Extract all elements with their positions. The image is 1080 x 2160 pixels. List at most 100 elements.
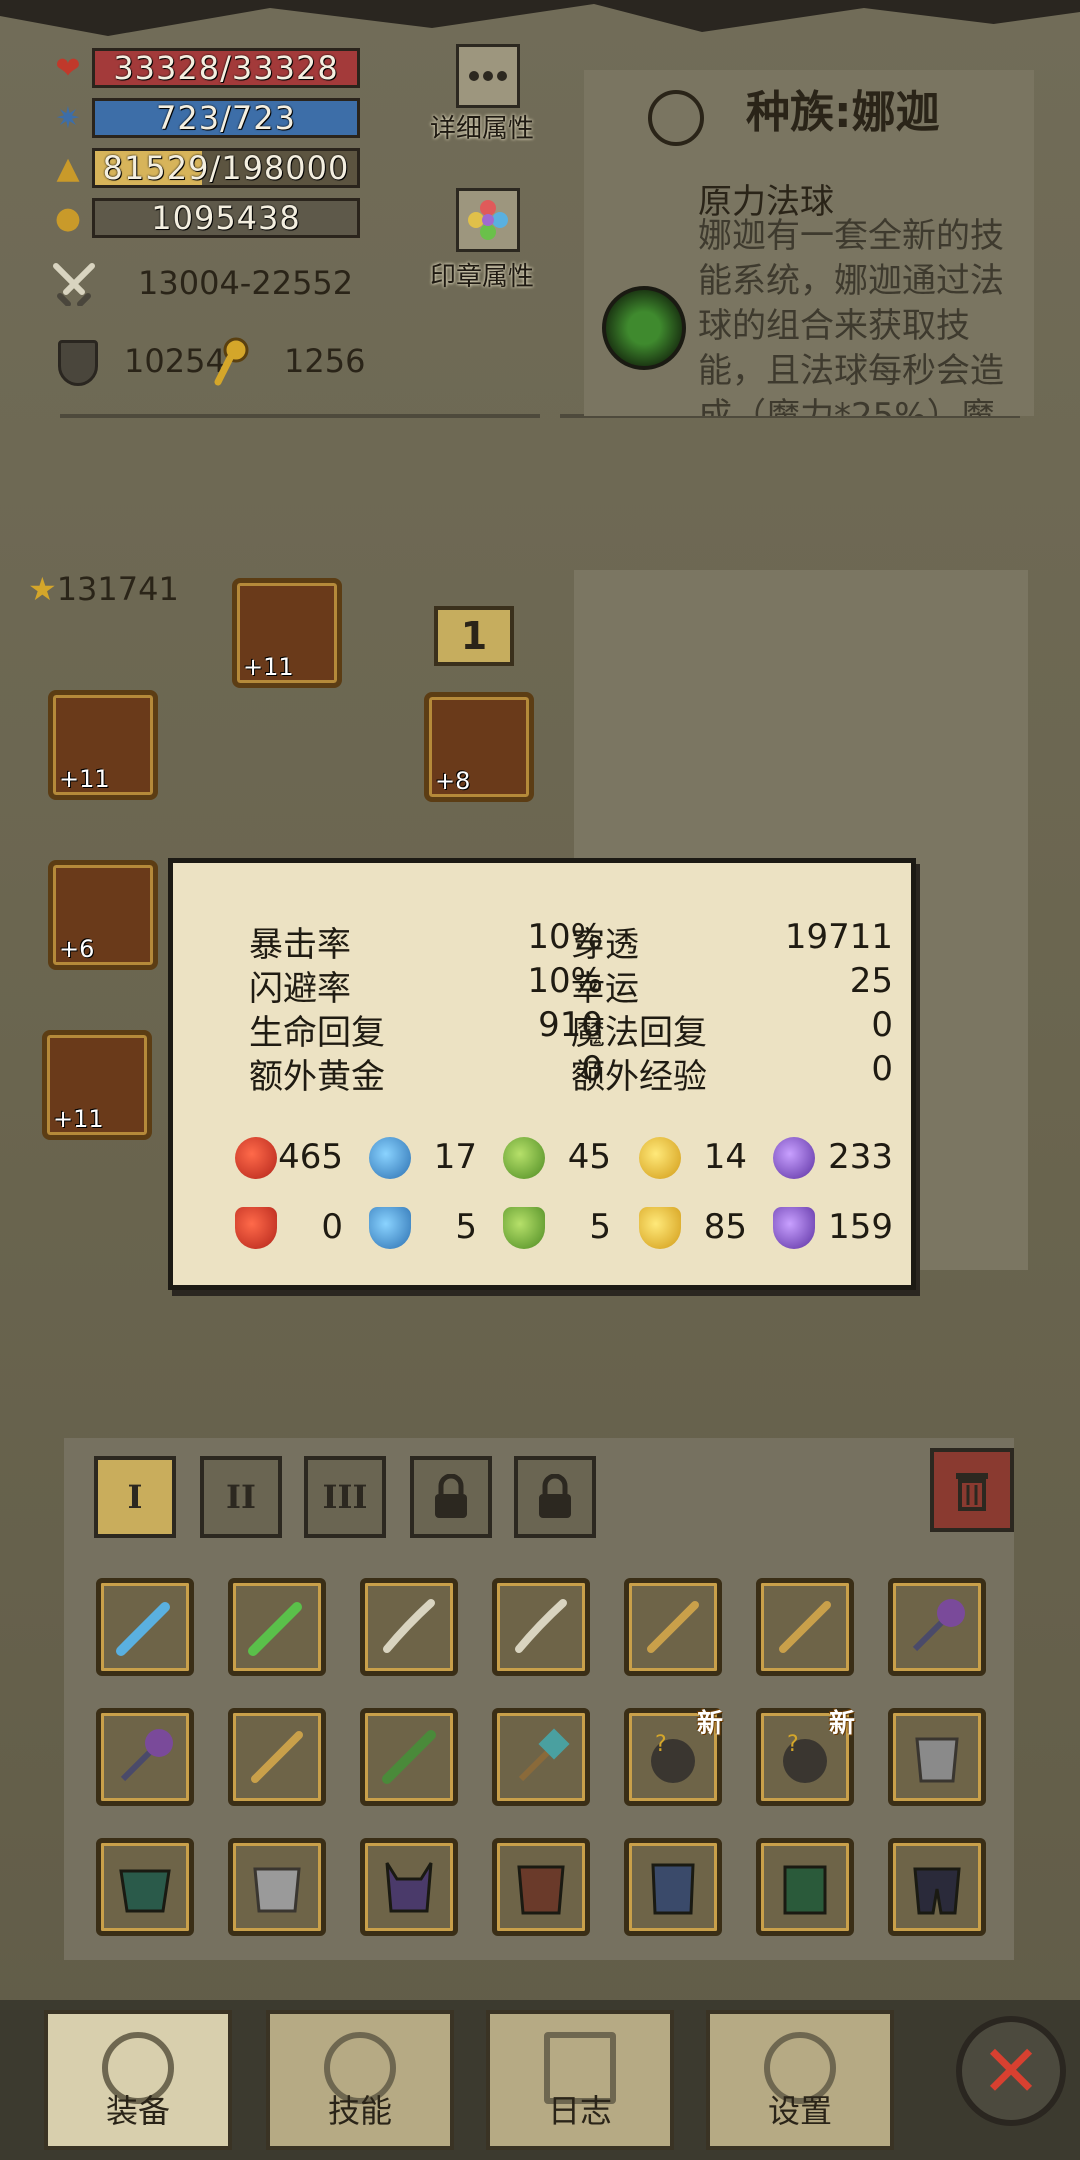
inventory-slot[interactable] [492, 1838, 590, 1936]
hp-row: ❤ 33328/33328 [50, 46, 370, 90]
divider-left [60, 414, 540, 418]
dagger-icon [779, 1601, 831, 1653]
weapon-level: +6 [59, 935, 95, 963]
inventory-slot-unknown[interactable]: ? 新 [624, 1708, 723, 1806]
water-resist-value: 5 [455, 1207, 477, 1247]
light-resist-icon [639, 1207, 681, 1249]
nav-log[interactable]: 日志 [486, 2010, 674, 2150]
equip-slot-left-accessory[interactable]: +11 [48, 690, 158, 800]
mp-bar: 723/723 [92, 98, 360, 138]
nav-settings[interactable]: 设置 [706, 2010, 894, 2150]
close-icon: ✕ [980, 2029, 1042, 2113]
nav-skills-label: 技能 [327, 2092, 392, 2130]
inventory-slot[interactable] [228, 1708, 326, 1806]
seal-attributes-button[interactable] [456, 188, 520, 252]
inventory-slot[interactable] [756, 1838, 854, 1936]
inventory-slot[interactable] [360, 1578, 458, 1676]
fire-attack-value: 465 [278, 1137, 343, 1177]
lock-icon [435, 1474, 467, 1518]
equip-slot-right-accessory[interactable]: +8 [424, 692, 534, 802]
water-attack-value: 17 [433, 1137, 477, 1177]
green-boots-icon [783, 1865, 827, 1915]
seal-attributes-label[interactable]: 印章属性 [430, 256, 534, 293]
force-orb-skill-icon[interactable] [602, 286, 686, 370]
gold-bar: 1095438 [92, 198, 360, 238]
inventory-slot[interactable] [360, 1708, 458, 1806]
inventory-slot[interactable] [888, 1708, 986, 1806]
green-armor-icon [119, 1869, 171, 1913]
inventory-slot[interactable] [492, 1578, 590, 1676]
inventory-slot[interactable] [228, 1838, 326, 1936]
inventory-slot[interactable] [228, 1578, 326, 1676]
helmet-level: +11 [243, 653, 294, 681]
equip-count-box[interactable]: 1 [434, 606, 514, 666]
inventory-slot[interactable] [624, 1578, 722, 1676]
skill-description: 娜迦有一套全新的技能系统，娜迦通过法球的组合来获取技能，且法球每秒会造成（魔力*… [698, 216, 1004, 416]
tab-inventory-2[interactable]: II [200, 1456, 282, 1538]
fire-resist-value: 0 [321, 1207, 343, 1247]
water-resist-icon [369, 1207, 411, 1249]
defense-value: 10254 [124, 342, 226, 380]
gold-value: 1095438 [151, 199, 301, 237]
inventory-slot[interactable] [96, 1578, 194, 1676]
new-badge: 新 [696, 1709, 723, 1739]
unknown-helmet-icon: ? [783, 1732, 827, 1783]
leather-armor-icon [517, 1865, 565, 1915]
left-accessory-level: +11 [59, 765, 110, 793]
offhand-level: +11 [53, 1105, 104, 1133]
tab-inventory-locked-4[interactable] [410, 1456, 492, 1538]
inventory-slot[interactable] [360, 1838, 458, 1936]
earth-resist-value: 5 [589, 1207, 611, 1247]
samurai-armor-icon [651, 1863, 695, 1915]
tab-inventory-locked-5[interactable] [514, 1456, 596, 1538]
fire-element-icon [235, 1137, 277, 1179]
heart-icon: ❤ [55, 50, 81, 86]
inventory-slot[interactable] [96, 1708, 194, 1806]
inventory-slot[interactable] [492, 1708, 590, 1806]
earth-element-icon [503, 1137, 545, 1179]
tab-inventory-3[interactable]: III [304, 1456, 386, 1538]
hammer-icon [518, 1728, 570, 1782]
hp-regen-label: 生命回复 [249, 1013, 385, 1053]
nav-settings-label: 设置 [767, 2092, 832, 2130]
dark-pants-icon [913, 1867, 961, 1915]
nav-skills[interactable]: 技能 [266, 2010, 454, 2150]
inventory-slot[interactable] [756, 1578, 854, 1676]
top-border-decoration [0, 0, 1080, 36]
shield-icon [58, 340, 98, 386]
inventory-slot[interactable] [96, 1838, 194, 1936]
equip-slot-weapon[interactable]: +6 [48, 860, 158, 970]
svg-text:?: ? [787, 1732, 799, 1757]
extra-gold-label: 额外黄金 [249, 1057, 385, 1097]
dark-resist-icon [773, 1207, 815, 1249]
detail-attributes-label[interactable]: 详细属性 [430, 108, 534, 145]
seal-flower-icon [468, 200, 508, 240]
equip-slot-offhand[interactable]: +11 [42, 1030, 152, 1140]
mp-regen-label: 魔法回复 [571, 1013, 707, 1053]
close-button[interactable]: ✕ [956, 2016, 1066, 2126]
inventory-slot[interactable] [888, 1838, 986, 1936]
right-accessory-level: +8 [435, 767, 471, 795]
tab-inventory-1[interactable]: I [94, 1456, 176, 1538]
nav-equipment-label: 装备 [105, 2092, 170, 2130]
armor-icon [915, 1737, 959, 1783]
mp-row: ✷ 723/723 [50, 96, 370, 140]
extra-exp-value: 0 [871, 1049, 893, 1089]
horned-helmet-icon [385, 1862, 433, 1913]
attack-value: 13004-22552 [138, 264, 354, 302]
more-dots-icon [469, 71, 507, 81]
detail-attributes-button[interactable] [456, 44, 520, 108]
light-resist-value: 85 [703, 1207, 747, 1247]
feather-staff-icon [912, 1599, 965, 1652]
green-blade-icon [382, 1730, 436, 1784]
dagger-icon [251, 1731, 303, 1783]
nav-equipment[interactable]: 装备 [44, 2010, 232, 2150]
inventory-slot[interactable] [624, 1838, 722, 1936]
equip-slot-helmet[interactable]: +11 [232, 578, 342, 688]
inventory-slot-unknown[interactable]: ? 新 [756, 1708, 855, 1806]
trash-button[interactable] [930, 1448, 1014, 1532]
inventory-slot[interactable] [888, 1578, 986, 1676]
gold-row: ● 1095438 [50, 196, 370, 240]
light-attack-value: 14 [703, 1137, 747, 1177]
penetration-label: 穿透 [571, 925, 639, 965]
